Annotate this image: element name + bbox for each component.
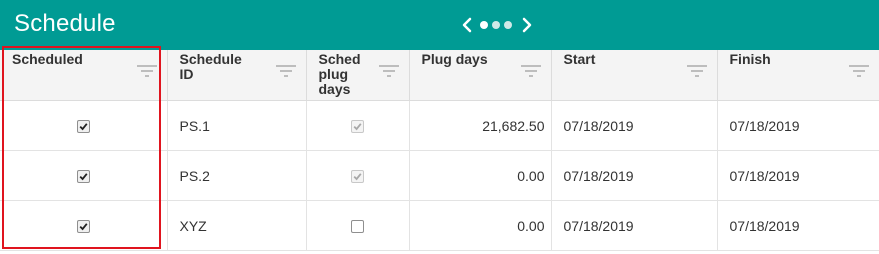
page-title: Schedule — [14, 10, 116, 37]
column-label: Plug days — [421, 51, 488, 67]
pager-dots — [480, 21, 516, 29]
column-label: Schedule ID — [179, 51, 242, 82]
column-label: Scheduled — [12, 51, 83, 67]
header-row: Scheduled Schedule ID Sched plug days Pl… — [0, 50, 879, 101]
filter-icon[interactable] — [849, 64, 869, 78]
plug-days-cell: 0.00 — [409, 150, 552, 201]
scheduled-checkbox[interactable] — [76, 220, 90, 234]
scheduled-cell — [0, 100, 168, 151]
start-cell: 07/18/2019 — [551, 100, 718, 151]
column-header-start[interactable]: Start — [551, 50, 718, 101]
scheduled-checkbox[interactable] — [76, 170, 90, 184]
plug-days-cell: 0.00 — [409, 200, 552, 251]
column-header-sched-plug-days[interactable]: Sched plug days — [306, 50, 410, 101]
scheduled-cell — [0, 150, 168, 201]
start-cell: 07/18/2019 — [551, 150, 718, 201]
chevron-left-icon[interactable] — [462, 17, 472, 33]
table-row[interactable]: XYZ 0.00 07/18/2019 07/18/2019 — [0, 200, 879, 251]
scheduled-checkbox[interactable] — [76, 120, 90, 134]
filter-icon[interactable] — [686, 64, 707, 78]
table-row[interactable]: PS.2 0.00 07/18/2019 07/18/2019 — [0, 150, 879, 201]
scheduled-cell — [0, 200, 168, 251]
schedule-id-cell: PS.1 — [167, 100, 307, 151]
pager-dot-2[interactable] — [492, 21, 500, 29]
finish-cell: 07/18/2019 — [717, 150, 879, 201]
column-label: Sched plug days — [318, 51, 361, 97]
filter-icon[interactable] — [275, 64, 296, 78]
filter-icon[interactable] — [136, 64, 157, 78]
sched-plug-days-checkbox — [351, 170, 364, 184]
column-header-finish[interactable]: Finish — [717, 50, 879, 101]
pager — [462, 13, 532, 37]
finish-cell: 07/18/2019 — [717, 200, 879, 251]
schedule-id-cell: PS.2 — [167, 150, 307, 201]
filter-icon[interactable] — [520, 64, 541, 78]
column-header-scheduled[interactable]: Scheduled — [0, 50, 168, 101]
start-cell: 07/18/2019 — [551, 200, 718, 251]
pager-dot-1[interactable] — [480, 21, 488, 29]
chevron-right-icon[interactable] — [522, 17, 532, 33]
schedule-id-cell: XYZ — [167, 200, 307, 251]
column-header-plug-days[interactable]: Plug days — [409, 50, 552, 101]
schedule-table: Scheduled Schedule ID Sched plug days Pl… — [0, 50, 879, 251]
sched-plug-days-cell — [306, 100, 410, 151]
column-label: Finish — [729, 51, 771, 67]
column-header-schedule-id[interactable]: Schedule ID — [167, 50, 307, 101]
app-header: Schedule — [0, 0, 879, 50]
column-label: Start — [563, 51, 596, 67]
finish-cell: 07/18/2019 — [717, 100, 879, 151]
filter-icon[interactable] — [378, 64, 399, 78]
sched-plug-days-checkbox — [351, 120, 364, 134]
sched-plug-days-checkbox[interactable] — [351, 220, 364, 234]
table-row[interactable]: PS.1 21,682.50 07/18/2019 07/18/2019 — [0, 100, 879, 151]
sched-plug-days-cell — [306, 150, 410, 201]
plug-days-cell: 21,682.50 — [409, 100, 552, 151]
sched-plug-days-cell — [306, 200, 410, 251]
pager-dot-3[interactable] — [504, 21, 512, 29]
